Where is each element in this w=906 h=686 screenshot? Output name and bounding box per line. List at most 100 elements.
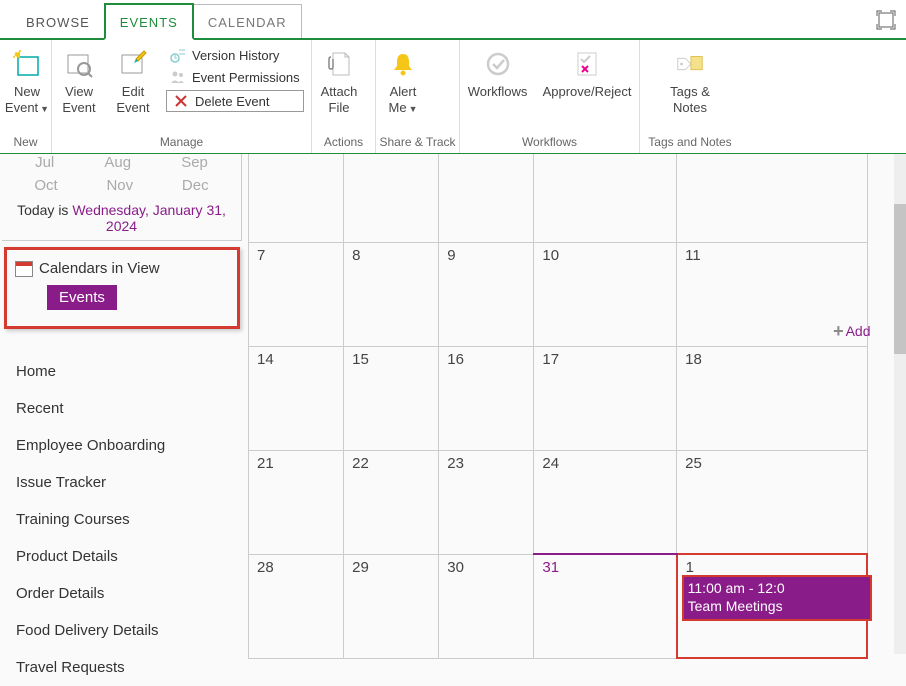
tab-calendar[interactable]: CALENDAR — [194, 4, 302, 38]
nav-item[interactable]: Employee Onboarding — [16, 427, 238, 464]
attach-file-label: Attach File — [321, 84, 358, 115]
month-aug[interactable]: Aug — [104, 154, 131, 171]
calendar-cell[interactable] — [249, 154, 344, 242]
calendar-cell[interactable]: 25 — [677, 450, 867, 554]
delete-event-button[interactable]: Delete Event — [166, 90, 304, 112]
calendar-cell[interactable] — [534, 154, 677, 242]
calendar-grid: 7 8 9 1011+Add 14 15 1617 18 21 22 23 24 25 28 29 30 31 1… — [248, 154, 868, 659]
group-label-tags: Tags and Notes — [640, 133, 740, 153]
calendar-cell[interactable]: 31 — [534, 554, 677, 658]
nav-item[interactable]: Food Delivery Details — [16, 612, 238, 649]
calendar-cell[interactable]: 111:00 am - 12:0Team Meetings — [677, 554, 867, 658]
calendar-cell[interactable]: 22 — [344, 450, 439, 554]
event-time: 11:00 am - 12:0 — [688, 579, 866, 597]
day-number: 7 — [257, 247, 265, 264]
calendar-cell[interactable]: 7 — [249, 242, 344, 346]
nav-item[interactable]: Home — [16, 353, 238, 390]
calendar-cell[interactable]: 29 — [344, 554, 439, 658]
nav-item[interactable]: Travel Requests — [16, 649, 238, 686]
group-label-actions: Actions — [312, 133, 375, 153]
calendar-cell[interactable]: 30 — [439, 554, 534, 658]
tags-notes-button[interactable]: Tags & Notes — [662, 44, 718, 133]
nav-item[interactable]: Product Details — [16, 538, 238, 575]
calendar-icon — [15, 261, 33, 277]
approve-reject-icon — [571, 48, 603, 80]
plus-icon: + — [833, 321, 844, 342]
tab-events[interactable]: EVENTS — [104, 3, 194, 40]
nav-item[interactable]: Issue Tracker — [16, 464, 238, 501]
attach-file-button[interactable]: Attach File — [312, 44, 366, 133]
day-number: 8 — [352, 247, 360, 264]
view-event-icon — [63, 48, 95, 80]
day-number: 28 — [257, 559, 274, 576]
tags-notes-label: Tags & Notes — [670, 84, 710, 115]
month-picker: Jul Aug Sep Oct Nov Dec Today is Wednesd… — [2, 154, 242, 241]
calendar-cell[interactable]: 10 — [534, 242, 677, 346]
calendar-cell[interactable] — [439, 154, 534, 242]
view-event-label: View Event — [62, 84, 95, 115]
day-number: 15 — [352, 351, 369, 368]
day-number: 18 — [685, 351, 702, 368]
alert-me-label: Alert Me▼ — [389, 84, 418, 115]
approve-reject-button[interactable]: Approve/Reject — [535, 44, 639, 133]
calendar-cell[interactable]: 15 — [344, 346, 439, 450]
version-history-button[interactable]: Version History — [166, 46, 304, 64]
new-event-button[interactable]: New Event▼ — [0, 44, 54, 133]
workflows-button[interactable]: Workflows — [460, 44, 535, 133]
approve-reject-label: Approve/Reject — [543, 84, 632, 100]
day-number: 21 — [257, 455, 274, 472]
nav-item[interactable]: Order Details — [16, 575, 238, 612]
alert-me-icon — [387, 48, 419, 80]
view-event-button[interactable]: View Event — [52, 44, 106, 133]
nav-item[interactable]: Training Courses — [16, 501, 238, 538]
calendar-cell[interactable]: 17 — [534, 346, 677, 450]
day-number: 9 — [447, 247, 455, 264]
month-sep[interactable]: Sep — [181, 154, 208, 171]
month-oct[interactable]: Oct — [34, 177, 57, 194]
workflows-icon — [482, 48, 514, 80]
day-number: 1 — [686, 559, 694, 576]
calendar-event[interactable]: 11:00 am - 12:0Team Meetings — [682, 575, 872, 621]
calendar-cell[interactable]: 23 — [439, 450, 534, 554]
alert-me-button[interactable]: Alert Me▼ — [376, 44, 430, 133]
calendar-cell[interactable]: 21 — [249, 450, 344, 554]
group-label-new: New — [0, 133, 51, 153]
calendar-cell[interactable]: 11+Add — [677, 242, 867, 346]
day-number: 29 — [352, 559, 369, 576]
calendar-cell[interactable]: 14 — [249, 346, 344, 450]
event-permissions-button[interactable]: Event Permissions — [166, 68, 304, 86]
today-indicator: Today is Wednesday, January 31, 2024 — [2, 202, 241, 234]
tab-browse[interactable]: BROWSE — [12, 5, 104, 38]
workflows-label: Workflows — [468, 84, 528, 100]
calendar-cell[interactable]: 9 — [439, 242, 534, 346]
calendar-cell[interactable]: 16 — [439, 346, 534, 450]
day-number: 24 — [542, 455, 559, 472]
calendar-cell[interactable]: 18 — [677, 346, 867, 450]
month-dec[interactable]: Dec — [182, 177, 209, 194]
edit-event-button[interactable]: Edit Event — [106, 44, 160, 133]
today-date-link[interactable]: Wednesday, January 31, 2024 — [72, 202, 226, 234]
nav-item[interactable]: Recent — [16, 390, 238, 427]
fullscreen-icon[interactable] — [876, 10, 896, 30]
edit-event-label: Edit Event — [116, 84, 149, 115]
month-jul[interactable]: Jul — [35, 154, 54, 171]
new-event-label: New Event▼ — [5, 84, 49, 115]
group-label-manage: Manage — [52, 133, 311, 153]
scrollbar-thumb[interactable] — [894, 204, 906, 354]
new-event-icon — [11, 48, 43, 80]
attach-file-icon — [323, 48, 355, 80]
calendar-cell[interactable] — [344, 154, 439, 242]
month-nov[interactable]: Nov — [106, 177, 133, 194]
day-number: 31 — [542, 559, 559, 576]
calendar-cell[interactable]: 28 — [249, 554, 344, 658]
event-permissions-icon — [170, 69, 186, 85]
calendar-cell[interactable]: 8 — [344, 242, 439, 346]
calendar-cell[interactable]: 24 — [534, 450, 677, 554]
calendars-in-view-title: Calendars in View — [15, 260, 229, 277]
add-event-button[interactable]: +Add — [833, 321, 870, 342]
today-prefix: Today is — [17, 202, 72, 218]
version-history-label: Version History — [192, 48, 279, 63]
day-number: 22 — [352, 455, 369, 472]
calendar-chip-events[interactable]: Events — [47, 285, 117, 310]
calendar-cell[interactable] — [677, 154, 867, 242]
